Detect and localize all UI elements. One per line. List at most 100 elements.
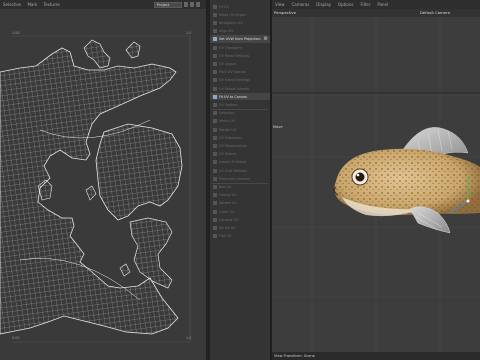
tool-icon	[213, 160, 217, 165]
tool-label: Island UV Select	[219, 160, 247, 165]
viewport-camera-label[interactable]: Default Camera	[420, 10, 450, 15]
tool-item[interactable]: UV Island Settings	[210, 77, 270, 84]
tool-label: Mirror UV	[219, 119, 235, 124]
tool-icon	[213, 176, 217, 181]
uv-tool-icon[interactable]	[184, 2, 188, 7]
tool-label: UV Transform	[219, 45, 242, 50]
uv-tick-top-left: 1.00	[12, 31, 20, 35]
tool-icon	[213, 143, 217, 148]
tool-icon	[213, 4, 217, 9]
tool-item[interactable]: Set UVW from Projection ⚙	[210, 35, 270, 43]
tool-label: Align UV	[219, 29, 234, 34]
tool-label: Sphere UV	[219, 201, 237, 206]
tool-item[interactable]: Frontal UV	[210, 192, 270, 199]
tool-icon	[213, 209, 217, 214]
tool-label: UV Island Settings	[219, 78, 250, 83]
tool-label: Cubic UV	[219, 209, 235, 214]
tool-label: Box UV	[219, 184, 232, 189]
tool-item[interactable]: Pack UV Islands	[210, 69, 270, 76]
tool-icon	[213, 225, 217, 230]
viewport-3d: View Cameras Display Options Filter Pane…	[272, 0, 480, 360]
tool-label: Relax UV Edges	[219, 12, 246, 17]
tool-icon	[213, 86, 217, 91]
tool-item[interactable]: UV Grid Settings	[210, 167, 270, 174]
viewport-menu-view[interactable]: View	[275, 2, 285, 7]
uv-tool-icon[interactable]	[190, 2, 194, 7]
tool-item[interactable]: UV Transform	[210, 44, 270, 51]
uv-tick-bottom-left: 0.00	[12, 336, 20, 340]
tool-label: Rotate UV	[219, 127, 236, 132]
tool-item[interactable]: UV Relax Settings	[210, 52, 270, 59]
viewport-side-label: Move	[273, 125, 283, 129]
tool-label: Shrink UV	[219, 225, 236, 230]
tool-item[interactable]: Camera UV	[210, 216, 270, 223]
tool-item[interactable]: UV Projection	[210, 134, 270, 141]
viewport-menu-panel[interactable]: Panel	[377, 2, 388, 7]
tool-icon	[213, 12, 217, 17]
uv-toolbar-icons	[184, 2, 204, 8]
viewport-status-bar: View Transform: Scene	[272, 352, 480, 360]
viewport-menubar: View Cameras Display Options Filter Pane…	[272, 0, 480, 9]
tool-icon	[213, 102, 217, 107]
uv-project-dropdown[interactable]: Project	[154, 2, 182, 8]
tool-item[interactable]: Mirror UV	[210, 118, 270, 125]
viewport-menu-options[interactable]: Options	[338, 2, 353, 7]
tool-icon	[213, 193, 217, 198]
tool-icon	[213, 152, 217, 157]
tool-icon	[213, 70, 217, 75]
tool-item[interactable]: Fit UV to Canvas	[210, 93, 270, 101]
tool-icon	[213, 94, 217, 99]
tool-label: UV Manipulation	[219, 143, 247, 148]
tool-item[interactable]: Relax UV Edges	[210, 11, 270, 18]
tool-label: UV Layout	[219, 61, 237, 66]
tool-label: Projection Options	[219, 176, 250, 181]
tool-item[interactable]: Rotate UV	[210, 126, 270, 133]
tool-label: Pack UV Islands	[219, 70, 246, 75]
tool-item[interactable]: Fit UV	[210, 3, 270, 10]
viewport-menu-filter[interactable]: Filter	[360, 2, 370, 7]
tool-item[interactable]: Align UV	[210, 28, 270, 35]
tool-item[interactable]: Projection Options	[210, 175, 270, 182]
tool-item[interactable]: Straighten UV	[210, 19, 270, 26]
tool-icon	[213, 135, 217, 140]
tool-label: Straighten UV	[219, 20, 243, 25]
viewport-menu-cameras[interactable]: Cameras	[292, 2, 310, 7]
tool-icon	[213, 234, 217, 239]
tool-icon	[213, 111, 217, 116]
tool-label: Camera UV	[219, 217, 239, 222]
tool-icon	[213, 29, 217, 34]
viewport-view-label: Perspective	[274, 10, 296, 15]
uv-menu-mark[interactable]: Mark	[27, 2, 37, 7]
tool-item[interactable]: Box UV	[210, 183, 270, 190]
uv-menu-selection[interactable]: Selection	[3, 2, 21, 7]
tool-icon	[213, 61, 217, 66]
uv-canvas[interactable]	[0, 10, 206, 360]
tool-label: Flat UV	[219, 234, 232, 239]
tool-item[interactable]: Flat UV	[210, 233, 270, 240]
tool-label: UV Rotate Islands	[219, 86, 249, 91]
tool-icon	[213, 168, 217, 173]
tool-label: Selection	[219, 111, 235, 116]
tool-label: Fit UV to Canvas	[219, 94, 247, 99]
tool-item[interactable]: UV Rotate Islands	[210, 85, 270, 92]
tool-label: UV Options	[219, 102, 238, 107]
tool-item[interactable]: UV Layout	[210, 60, 270, 67]
tool-label: Set UVW from Projection	[219, 37, 261, 42]
tool-item[interactable]: UV Seams	[210, 151, 270, 158]
uv-menu-textures[interactable]: Textures	[43, 2, 60, 7]
uv-tool-icon[interactable]	[196, 2, 200, 7]
tool-item[interactable]: UV Manipulation	[210, 142, 270, 149]
viewport-scene[interactable]	[272, 17, 480, 352]
gear-icon[interactable]: ⚙	[264, 36, 268, 42]
tool-icon	[213, 78, 217, 83]
tool-label: Fit UV	[219, 4, 229, 9]
tool-item[interactable]: Island UV Select	[210, 159, 270, 166]
tool-item[interactable]: Shrink UV	[210, 224, 270, 231]
tool-item[interactable]: UV Options	[210, 101, 270, 108]
tool-item[interactable]: Sphere UV	[210, 200, 270, 207]
tool-icon	[213, 119, 217, 124]
tool-icon	[213, 217, 217, 222]
tool-item[interactable]: Cubic UV	[210, 208, 270, 215]
viewport-menu-display[interactable]: Display	[316, 2, 331, 7]
tool-item[interactable]: Selection	[210, 110, 270, 117]
